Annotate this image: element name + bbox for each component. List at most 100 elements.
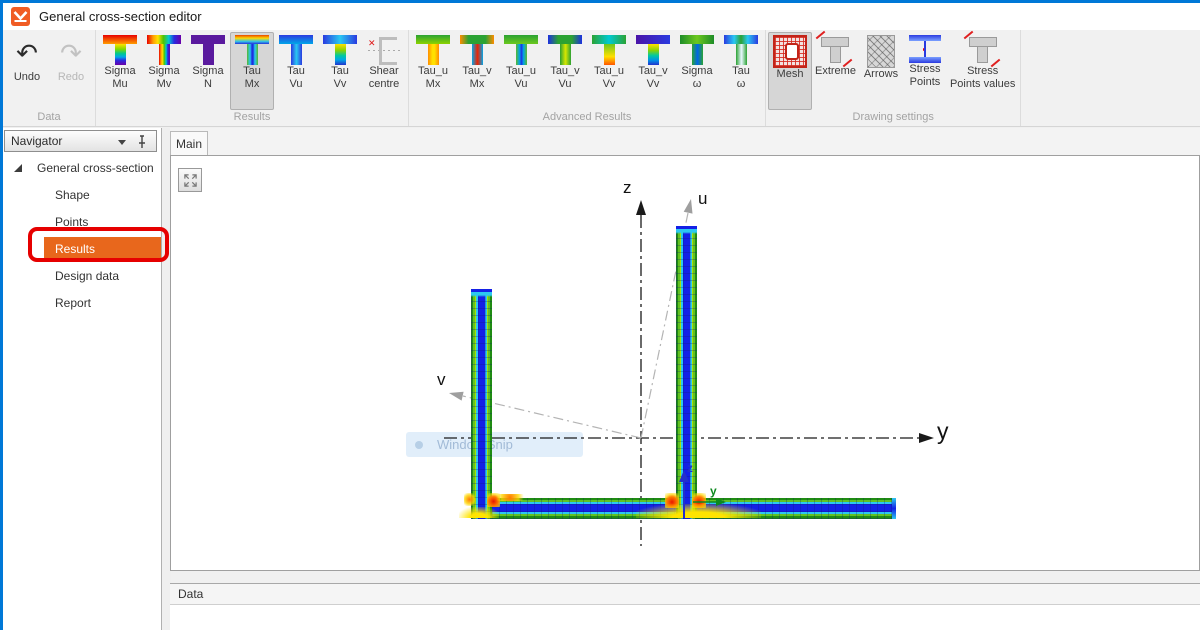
- tau-u-vu-icon: [504, 35, 538, 65]
- nav-item-label: General cross-section: [37, 161, 154, 175]
- ribbon-group-label-drawing-settings: Drawing settings: [768, 110, 1018, 126]
- stress-points-values-icon: [966, 35, 1000, 65]
- ribbon-group-data: Undo Redo Data: [3, 30, 96, 126]
- mesh-button[interactable]: Mesh: [768, 32, 812, 110]
- ribbon: Undo Redo Data SigmaMu SigmaMv SigmaN TauMx Tau…: [3, 30, 1200, 127]
- nav-item-design-data[interactable]: Design data: [3, 262, 161, 289]
- nav-item-points[interactable]: Points: [3, 208, 161, 235]
- tau-v-mx-button-label: Tau_vMx: [462, 65, 491, 91]
- arrows-button[interactable]: Arrows: [859, 32, 903, 110]
- tau-vv-button-label: TauVv: [331, 65, 349, 91]
- window-title: General cross-section editor: [39, 9, 202, 24]
- nav-item-label: Points: [55, 215, 88, 229]
- chevron-down-icon[interactable]: [118, 140, 126, 145]
- tau-v-vv-icon: [636, 35, 670, 65]
- tab-main-label: Main: [176, 137, 202, 151]
- tau-mx-button-label: TauMx: [243, 65, 261, 91]
- mesh-icon: [773, 35, 807, 68]
- sigma-mv-button-label: SigmaMv: [148, 65, 179, 91]
- tau-v-vu-button[interactable]: Tau_vVu: [543, 32, 587, 110]
- axis-label-u: u: [698, 189, 707, 209]
- shear-centre-button[interactable]: Shearcentre: [362, 32, 406, 110]
- navigator-header[interactable]: Navigator: [4, 130, 157, 152]
- ribbon-group-drawing-settings: MeshExtreme Arrows StressPoints StressPoint…: [766, 30, 1021, 126]
- data-panel-header[interactable]: Data: [170, 583, 1200, 605]
- sigma-omega-icon: [680, 35, 714, 65]
- stress-points-button[interactable]: StressPoints: [903, 32, 947, 110]
- extreme-button[interactable]: Extreme: [812, 32, 859, 110]
- tau-u-vu-button[interactable]: Tau_uVu: [499, 32, 543, 110]
- tau-u-mx-icon: [416, 35, 450, 65]
- tau-vu-button-label: TauVu: [287, 65, 305, 91]
- drawing-canvas[interactable]: Window Snip z u v y z y: [170, 155, 1200, 571]
- tau-mx-icon: [235, 35, 269, 65]
- tau-vu-button[interactable]: TauVu: [274, 32, 318, 110]
- expand-arrows-icon: [183, 173, 198, 188]
- sigma-mu-button-label: SigmaMu: [104, 65, 135, 91]
- nav-item-label: Design data: [55, 269, 119, 283]
- redo-button[interactable]: Redo: [49, 32, 93, 110]
- navigator-title: Navigator: [11, 134, 62, 148]
- sigma-mv-button[interactable]: SigmaMv: [142, 32, 186, 110]
- nav-item-general-cross-section[interactable]: General cross-section: [3, 154, 161, 181]
- undo-button[interactable]: Undo: [5, 32, 49, 110]
- tau-u-mx-button-label: Tau_uMx: [418, 65, 448, 91]
- ribbon-group-label-data: Data: [5, 110, 93, 126]
- sigma-mu-button[interactable]: SigmaMu: [98, 32, 142, 110]
- tree-expand-icon[interactable]: [14, 164, 22, 172]
- tau-u-vv-button-label: Tau_uVv: [594, 65, 624, 91]
- tau-u-mx-button[interactable]: Tau_uMx: [411, 32, 455, 110]
- tau-vv-button[interactable]: TauVv: [318, 32, 362, 110]
- stress-points-button-label: StressPoints: [909, 63, 940, 89]
- shear-centre-icon: [368, 35, 400, 65]
- extreme-button-label: Extreme: [815, 65, 856, 78]
- tau-v-vu-button-label: Tau_vVu: [550, 65, 579, 91]
- redo-button-label: Redo: [58, 71, 84, 84]
- axis-label-v: v: [437, 370, 446, 390]
- sigma-omega-button[interactable]: Sigmaω: [675, 32, 719, 110]
- undo-button-label: Undo: [14, 71, 40, 84]
- window-border-top: [0, 0, 1200, 3]
- ribbon-group-label-results: Results: [98, 110, 406, 126]
- nav-item-results[interactable]: Results: [3, 235, 161, 262]
- undo-icon: [16, 35, 38, 71]
- redo-icon: [60, 35, 82, 71]
- tau-u-vv-icon: [592, 35, 626, 65]
- data-panel-title: Data: [178, 587, 203, 601]
- sigma-mv-icon: [147, 35, 181, 65]
- sigma-n-icon: [191, 35, 225, 65]
- tab-main[interactable]: Main: [170, 131, 208, 155]
- navigator-tree: General cross-section Shape Points Results D…: [3, 154, 161, 316]
- sigma-mu-icon: [103, 35, 137, 65]
- pin-icon[interactable]: [136, 135, 148, 152]
- nav-item-report[interactable]: Report: [3, 289, 161, 316]
- tau-v-vv-button[interactable]: Tau_vVv: [631, 32, 675, 110]
- marker-label-y: y: [710, 484, 717, 498]
- tau-v-vv-button-label: Tau_vVv: [638, 65, 667, 91]
- sigma-n-button-label: SigmaN: [192, 65, 223, 91]
- stress-points-values-button[interactable]: StressPoints values: [947, 32, 1018, 110]
- arrows-button-label: Arrows: [864, 68, 898, 81]
- navigator-panel: Navigator General cross-section Shape Poin…: [3, 128, 161, 630]
- window-border-left: [0, 0, 3, 630]
- nav-item-shape[interactable]: Shape: [3, 181, 161, 208]
- tau-mx-button[interactable]: TauMx: [230, 32, 274, 110]
- fit-view-button[interactable]: [178, 168, 202, 192]
- tau-v-mx-button[interactable]: Tau_vMx: [455, 32, 499, 110]
- nav-item-label: Results: [55, 242, 95, 256]
- tau-u-vv-button[interactable]: Tau_uVv: [587, 32, 631, 110]
- tau-v-vu-icon: [548, 35, 582, 65]
- tab-strip: Main: [170, 128, 1200, 155]
- data-panel: Data: [170, 583, 1200, 630]
- extreme-icon: [818, 35, 852, 65]
- axis-label-z: z: [623, 178, 632, 198]
- nav-item-label: Report: [55, 296, 91, 310]
- tau-omega-button[interactable]: Tauω: [719, 32, 763, 110]
- nav-item-label: Shape: [55, 188, 90, 202]
- sigma-n-button[interactable]: SigmaN: [186, 32, 230, 110]
- axis-label-y: y: [937, 418, 949, 445]
- tau-v-mx-icon: [460, 35, 494, 65]
- ribbon-group-advanced-results: Tau_uMx Tau_vMx Tau_uVu Tau_vVu Tau_uVv Tau_v…: [409, 30, 766, 126]
- tau-u-vu-button-label: Tau_uVu: [506, 65, 536, 91]
- section-axes-marker: [171, 156, 1199, 570]
